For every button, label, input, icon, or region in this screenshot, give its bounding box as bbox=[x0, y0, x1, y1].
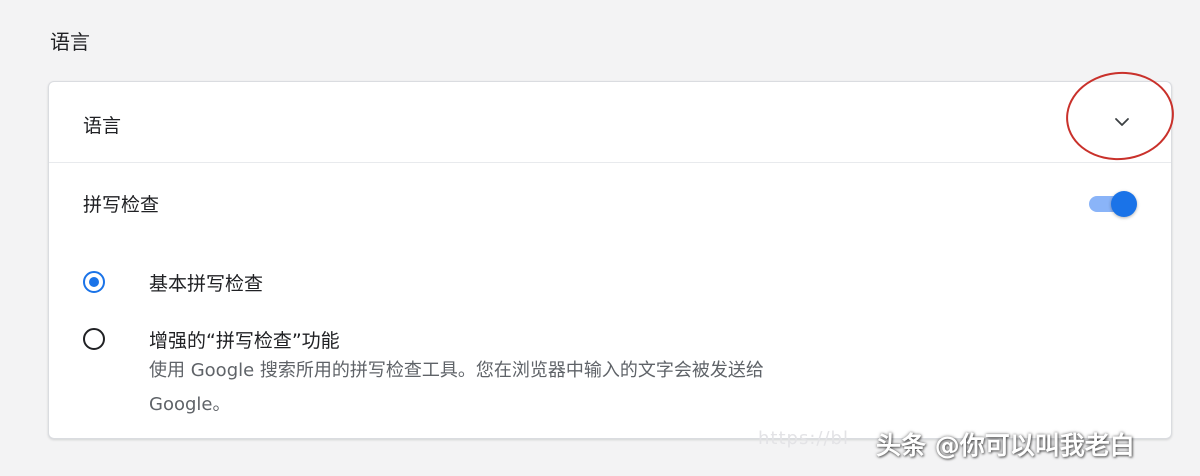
enhanced-spell-check-label: 增强的“拼写检查”功能 bbox=[149, 330, 340, 352]
language-row-label: 语言 bbox=[83, 115, 122, 137]
radio-basic-spell-check[interactable] bbox=[83, 271, 105, 293]
basic-spell-check-option[interactable]: 基本拼写检查 bbox=[49, 260, 1171, 304]
enhanced-spell-check-description-line2: Google。 bbox=[149, 394, 231, 415]
radio-enhanced-spell-check[interactable] bbox=[83, 328, 105, 350]
section-title: 语言 bbox=[50, 30, 90, 54]
chevron-down-icon[interactable] bbox=[1112, 112, 1132, 132]
spell-check-toggle[interactable] bbox=[1087, 190, 1141, 218]
spell-check-row: 拼写检查 bbox=[49, 182, 1171, 226]
toggle-knob bbox=[1111, 191, 1137, 217]
watermark-url: https://bl bbox=[758, 428, 849, 449]
enhanced-spell-check-description-line1: 使用 Google 搜索所用的拼写检查工具。您在浏览器中输入的文字会被发送给 bbox=[149, 360, 764, 381]
spell-check-label: 拼写检查 bbox=[83, 194, 160, 216]
basic-spell-check-label: 基本拼写检查 bbox=[149, 273, 264, 295]
watermark: 头条 @你可以叫我老白 bbox=[876, 431, 1135, 460]
enhanced-spell-check-option[interactable]: 增强的“拼写检查”功能 使用 Google 搜索所用的拼写检查工具。您在浏览器中… bbox=[49, 318, 1171, 428]
language-settings-card: 语言 拼写检查 基本拼写检查 增强的“拼写检查”功能 使用 Google 搜索所… bbox=[48, 66, 1179, 439]
language-row[interactable]: 语言 bbox=[49, 66, 1179, 166]
